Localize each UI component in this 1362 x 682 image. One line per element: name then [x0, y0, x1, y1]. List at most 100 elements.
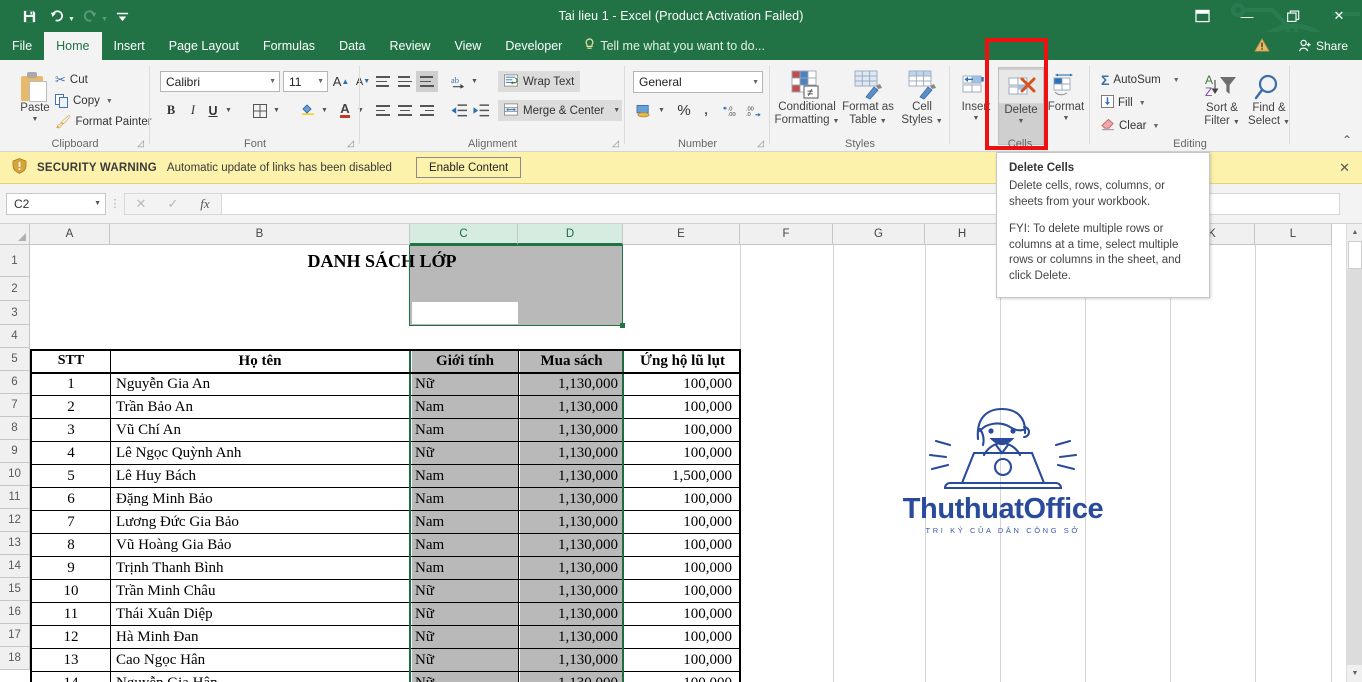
alignment-dialog-launcher[interactable]: ◿ [612, 138, 619, 149]
cell-book-row-7[interactable]: 1,130,000 [520, 511, 623, 533]
cell-gender-row-5[interactable]: Nam [412, 465, 518, 487]
row-header-16[interactable]: 16 [0, 601, 30, 624]
cell-donate-row-13[interactable]: 100,000 [625, 649, 736, 671]
cell-name-row-14[interactable]: Nguyễn Gia Hân [112, 672, 408, 682]
collapse-ribbon-button[interactable]: ⌃ [1342, 133, 1352, 147]
underline-button[interactable]: U ▼ [204, 100, 235, 121]
cell-donate-row-12[interactable]: 100,000 [625, 626, 736, 648]
number-dialog-launcher[interactable]: ◿ [757, 138, 764, 149]
row-header-17[interactable]: 17 [0, 624, 30, 647]
column-header-D[interactable]: D [518, 224, 623, 245]
cell-donate-row-6[interactable]: 100,000 [625, 488, 736, 510]
cell-stt-row-13[interactable]: 13 [32, 649, 110, 671]
scroll-up-arrow-icon[interactable]: ▲ [1347, 224, 1362, 241]
cell-donate-row-9[interactable]: 100,000 [625, 557, 736, 579]
chevron-down-icon[interactable]: ▼ [265, 78, 276, 85]
vertical-scrollbar[interactable]: ▲ ▼ [1346, 224, 1362, 682]
column-header-C[interactable]: C [410, 224, 518, 245]
align-middle-button[interactable] [394, 71, 416, 92]
copy-dropdown-caret[interactable]: ▼ [106, 98, 113, 105]
ribbon-display-options-icon[interactable] [1180, 0, 1224, 32]
cell-stt-row-1[interactable]: 1 [32, 373, 110, 395]
wrap-text-button[interactable]: Wrap Text [498, 71, 581, 92]
cell-donate-row-2[interactable]: 100,000 [625, 396, 736, 418]
find-select-button[interactable]: Find & Select ▼ [1246, 68, 1292, 128]
borders-button[interactable]: ▼ [250, 100, 283, 121]
column-header-F[interactable]: F [740, 224, 833, 245]
copy-button[interactable]: Copy ▼ [52, 91, 116, 111]
scrollbar-thumb[interactable] [1348, 241, 1362, 269]
fill-button[interactable]: Fill ▼ [1098, 93, 1149, 113]
chevron-down-icon[interactable]: ▼ [313, 78, 324, 85]
comma-style-button[interactable]: , [695, 98, 717, 119]
cell-stt-row-14[interactable]: 14 [32, 672, 110, 682]
cancel-formula-button[interactable]: ✕ [125, 193, 157, 215]
tab-data[interactable]: Data [327, 32, 377, 60]
font-dialog-launcher[interactable]: ◿ [347, 138, 354, 149]
tab-page-layout[interactable]: Page Layout [157, 32, 251, 60]
cell-book-row-1[interactable]: 1,130,000 [520, 373, 623, 395]
column-header-E[interactable]: E [623, 224, 740, 245]
column-header-A[interactable]: A [30, 224, 110, 245]
tab-developer[interactable]: Developer [493, 32, 574, 60]
cell-book-row-11[interactable]: 1,130,000 [520, 603, 623, 625]
cell-gender-row-9[interactable]: Nam [412, 557, 518, 579]
autosum-button[interactable]: Σ AutoSum ▼ [1098, 70, 1183, 90]
cell-gender-row-6[interactable]: Nam [412, 488, 518, 510]
cell-book-row-10[interactable]: 1,130,000 [520, 580, 623, 602]
cell-book-row-8[interactable]: 1,130,000 [520, 534, 623, 556]
cell-book-row-12[interactable]: 1,130,000 [520, 626, 623, 648]
accounting-dropdown-caret[interactable]: ▼ [655, 107, 668, 114]
format-painter-button[interactable]: 🖌 Format Painter [52, 112, 155, 132]
italic-button[interactable]: I [182, 100, 204, 121]
fill-handle[interactable] [620, 323, 625, 328]
conditional-formatting-dropdown-caret[interactable]: ▼ [833, 118, 840, 125]
row-header-9[interactable]: 9 [0, 440, 30, 463]
ribbon-tabs[interactable]: File Home Insert Page Layout Formulas Da… [0, 32, 1362, 60]
cell-name-row-8[interactable]: Vũ Hoàng Gia Bảo [112, 534, 408, 556]
column-header-L[interactable]: L [1255, 224, 1332, 245]
cell-book-row-9[interactable]: 1,130,000 [520, 557, 623, 579]
cell-name-row-13[interactable]: Cao Ngọc Hân [112, 649, 408, 671]
cell-stt-row-3[interactable]: 3 [32, 419, 110, 441]
borders-dropdown-caret[interactable]: ▼ [270, 107, 283, 114]
cell-name-row-3[interactable]: Vũ Chí An [112, 419, 408, 441]
cell-name-row-6[interactable]: Đặng Minh Bảo [112, 488, 408, 510]
cell-styles-dropdown-caret[interactable]: ▼ [936, 118, 943, 125]
grow-font-button[interactable]: A ▲ [330, 71, 352, 92]
cell-donate-row-5[interactable]: 1,500,000 [625, 465, 736, 487]
paste-dropdown-caret[interactable]: ▼ [32, 116, 39, 123]
underline-dropdown-caret[interactable]: ▼ [222, 107, 235, 114]
cell-name-row-9[interactable]: Trịnh Thanh Bình [112, 557, 408, 579]
font-name-combo[interactable]: Calibri ▼ [160, 71, 280, 92]
table-header-name[interactable]: Họ tên [112, 350, 408, 372]
row-header-4[interactable]: 4 [0, 325, 30, 348]
enter-formula-button[interactable]: ✓ [157, 193, 189, 215]
cell-gender-row-1[interactable]: Nữ [412, 373, 518, 395]
cell-stt-row-10[interactable]: 10 [32, 580, 110, 602]
cut-button[interactable]: ✂ Cut [52, 70, 91, 90]
cell-name-row-7[interactable]: Lương Đức Gia Bảo [112, 511, 408, 533]
cell-donate-row-3[interactable]: 100,000 [625, 419, 736, 441]
row-header-1[interactable]: 1 [0, 245, 30, 277]
fill-color-dropdown-caret[interactable]: ▼ [318, 107, 331, 114]
cell-name-row-10[interactable]: Trần Minh Châu [112, 580, 408, 602]
cell-stt-row-2[interactable]: 2 [32, 396, 110, 418]
tell-me-box[interactable]: Tell me what you want to do... [574, 32, 775, 60]
chevron-down-icon[interactable]: ▼ [748, 79, 759, 86]
cell-book-row-6[interactable]: 1,130,000 [520, 488, 623, 510]
tab-file[interactable]: File [0, 32, 44, 60]
table-header-donate[interactable]: Ứng hộ lũ lụt [625, 350, 740, 372]
name-box[interactable]: C2 ▼ [6, 192, 106, 215]
delete-cells-dropdown-caret[interactable]: ▼ [1018, 118, 1025, 125]
enable-content-button[interactable]: Enable Content [415, 157, 522, 178]
row-header-14[interactable]: 14 [0, 555, 30, 578]
orientation-button[interactable]: ab ▼ [448, 71, 481, 92]
cell-gender-row-14[interactable]: Nữ [412, 672, 518, 682]
cell-donate-row-1[interactable]: 100,000 [625, 373, 736, 395]
tab-home[interactable]: Home [44, 32, 102, 60]
merge-center-button[interactable]: Merge & Center ▼ [498, 100, 623, 121]
insert-cells-button[interactable]: Insert ▼ [954, 67, 998, 122]
close-button[interactable]: ✕ [1316, 0, 1362, 32]
sheet-title-cell[interactable]: DANH SÁCH LỚP [32, 245, 732, 277]
